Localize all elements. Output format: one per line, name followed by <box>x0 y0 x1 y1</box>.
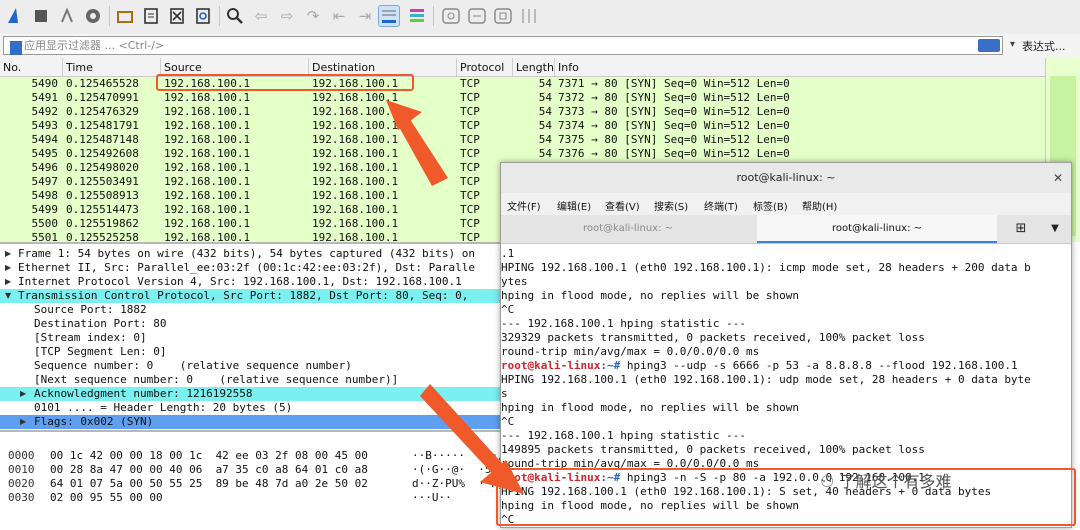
wechat-icon: ⚇ <box>820 472 835 491</box>
watermark: ⚇ 了解这个有多难 <box>820 468 951 492</box>
arrow-to-command-icon <box>420 384 524 494</box>
watermark-text: 了解这个有多难 <box>839 472 952 491</box>
arrow-to-source-icon <box>386 100 448 186</box>
annotation-arrows <box>386 100 524 494</box>
